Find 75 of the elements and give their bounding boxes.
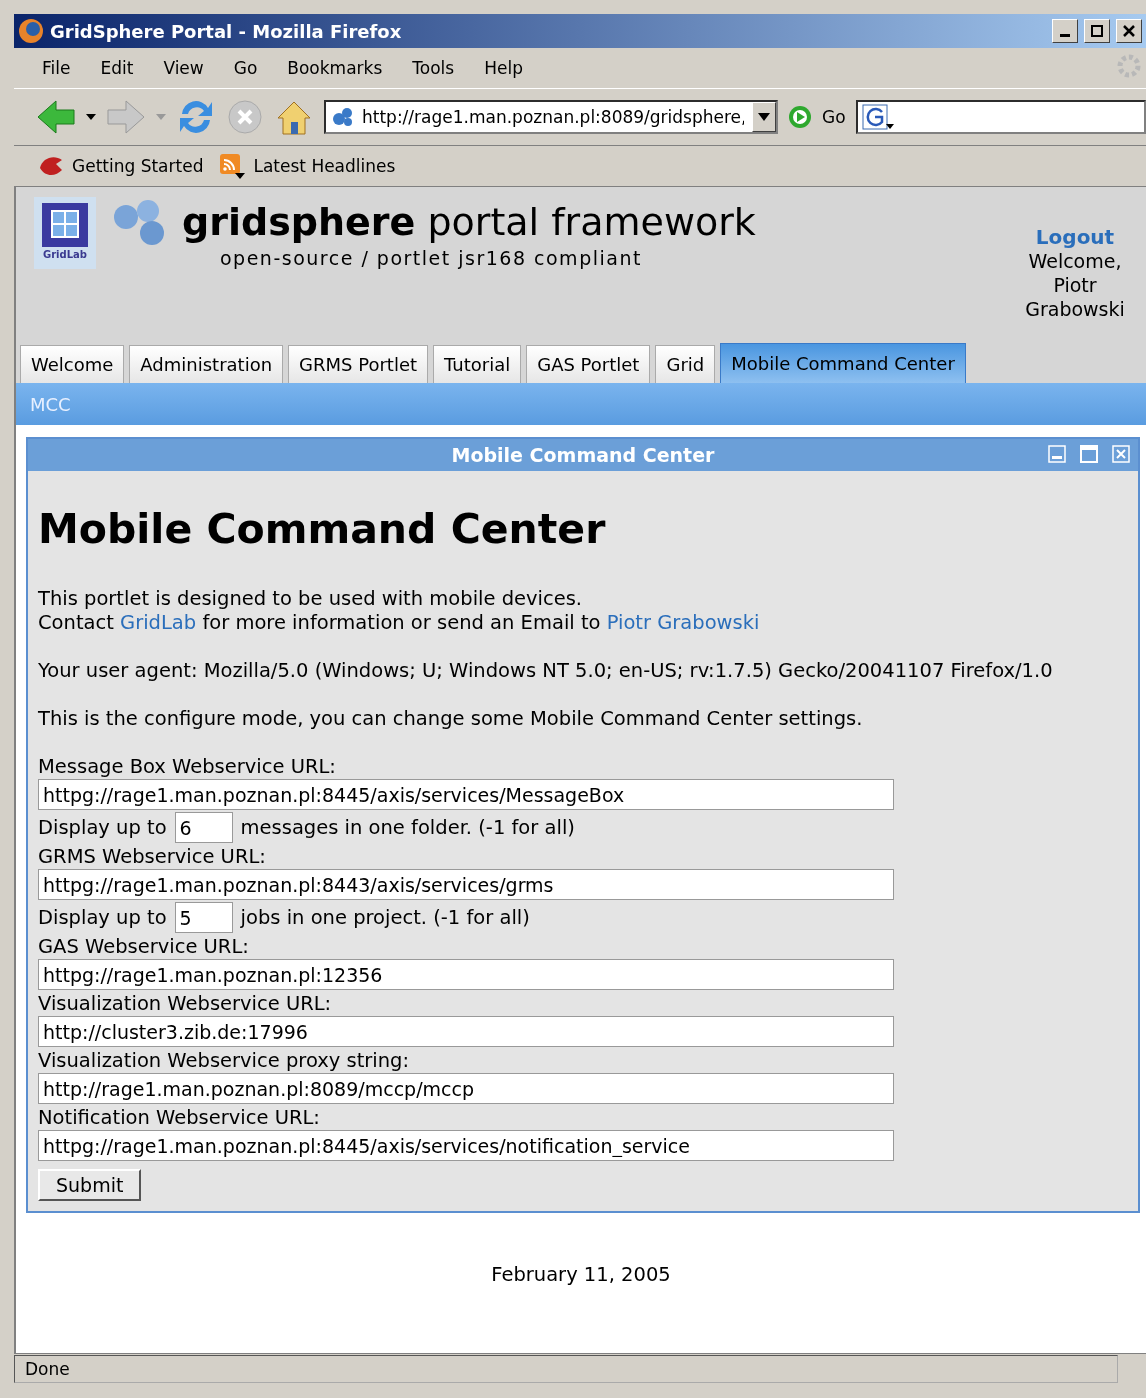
email-link[interactable]: Piotr Grabowski [606,611,760,634]
stop-icon[interactable] [226,98,264,136]
menu-item[interactable]: Tools [410,58,467,78]
count-field[interactable]: 6 [174,812,233,843]
menu-item[interactable]: Help [482,58,535,78]
caret-icon[interactable] [86,114,96,120]
menu-item[interactable]: File [40,58,83,78]
tab[interactable]: Administration [129,345,284,383]
contact-text: Contact GridLab for more information or send an Email to Piotr Grabowski [38,611,760,634]
field-label: Notification Webservice URL: [38,1106,321,1130]
url-field[interactable]: httpg://rage1.man.poznan.pl:12356 [38,959,894,990]
user-agent-text: Your user agent: Mozilla/5.0 (Windows; U; Windows NT 5.0; en-US; rv:1.7.5) Gecko/20041107 Firefox/1.0 [38,659,1054,683]
window-title: GridSphere Portal - Mozilla Firefox [50,20,403,42]
menu-item[interactable]: View [161,58,216,78]
field-label: Visualization Webservice URL: [38,992,333,1016]
maximize-icon [1091,25,1103,37]
field-label: Display up to [38,816,167,839]
close-icon [1123,25,1135,37]
back-arrow-icon[interactable] [36,99,76,135]
maximize-icon[interactable] [1080,445,1098,463]
field-label: jobs in one project. (-1 for all) [240,906,530,929]
search-engine-icon [861,104,896,130]
caret-icon [758,113,770,121]
field-label: GAS Webservice URL: [38,935,250,959]
url-field[interactable]: httpg://rage1.man.poznan.pl:8445/axis/services/MessageBox [38,779,894,810]
minimize-icon [1060,33,1070,37]
field-label: GRMS Webservice URL: [38,845,267,869]
address-field[interactable]: http://rage1.man.poznan.pl:8089/gridsphere, [324,100,778,134]
maximize-button[interactable] [1084,19,1110,43]
intro-text: This portlet is designed to be used with mobile devices. [38,587,583,610]
footer-date: February 11, 2005 [491,1263,671,1288]
field-label: Display up to [38,906,167,929]
bookmark-link[interactable]: Latest Headlines [253,156,396,176]
throbber-icon [1116,53,1142,79]
portal-subtitle: open-source / portlet jsr168 compliant [220,247,643,269]
field-label: messages in one folder. (-1 for all) [240,816,575,839]
menu-item[interactable]: Edit [98,58,146,78]
go-button[interactable]: Go [822,107,846,127]
menu-item[interactable]: Bookmarks [285,58,395,78]
field-label: Message Box Webservice URL: [38,755,337,779]
url-field[interactable]: http://cluster3.zib.de:17996 [38,1016,894,1047]
portal-title: gridsphere portal framework [182,200,756,244]
minimize-icon[interactable] [1048,445,1066,463]
welcome-text: Welcome, Piotr Grabowski [1024,249,1126,321]
site-icon [332,107,354,127]
gridlab-link[interactable]: GridLab [120,611,197,634]
tab[interactable]: GAS Portlet [526,345,651,383]
dropdown-button[interactable] [752,102,776,132]
minimize-button[interactable] [1052,19,1078,43]
tab[interactable]: GRMS Portlet [288,345,428,383]
field-label: Visualization Webservice proxy string: [38,1049,411,1073]
url-field[interactable]: http://rage1.man.poznan.pl:8089/mccp/mccp [38,1073,894,1104]
portlet-heading: Mobile Command Center [38,505,607,553]
portlet-title: Mobile Command Center [451,444,715,466]
mode-text: This is the configure mode, you can change some Mobile Command Center settings. [38,707,864,731]
close-icon[interactable] [1112,445,1130,463]
count-field[interactable]: 5 [174,902,233,933]
menu-item[interactable]: Go [231,58,270,78]
go-icon[interactable] [788,105,812,129]
logout-link[interactable]: Logout [1035,225,1115,249]
bookmark-link[interactable]: Getting Started [72,156,204,176]
globe-icon [18,18,44,44]
url-field[interactable]: httpg://rage1.man.poznan.pl:8443/axis/services/grms [38,869,894,900]
status-text: Done [14,1355,1118,1383]
logo: GridLab [34,197,96,269]
url-field[interactable]: httpg://rage1.man.poznan.pl:8445/axis/services/notification_service [38,1130,894,1161]
tab[interactable]: Tutorial [433,345,522,383]
grid-icon [40,201,90,249]
close-button[interactable] [1116,19,1142,43]
rss-feed-icon [219,153,246,179]
tab[interactable]: Grid [655,345,716,383]
search-field[interactable] [855,100,1146,134]
tab[interactable]: Welcome [20,345,125,383]
submit-button[interactable]: Submit [38,1169,142,1201]
tab[interactable]: Mobile Command Center [720,343,966,383]
